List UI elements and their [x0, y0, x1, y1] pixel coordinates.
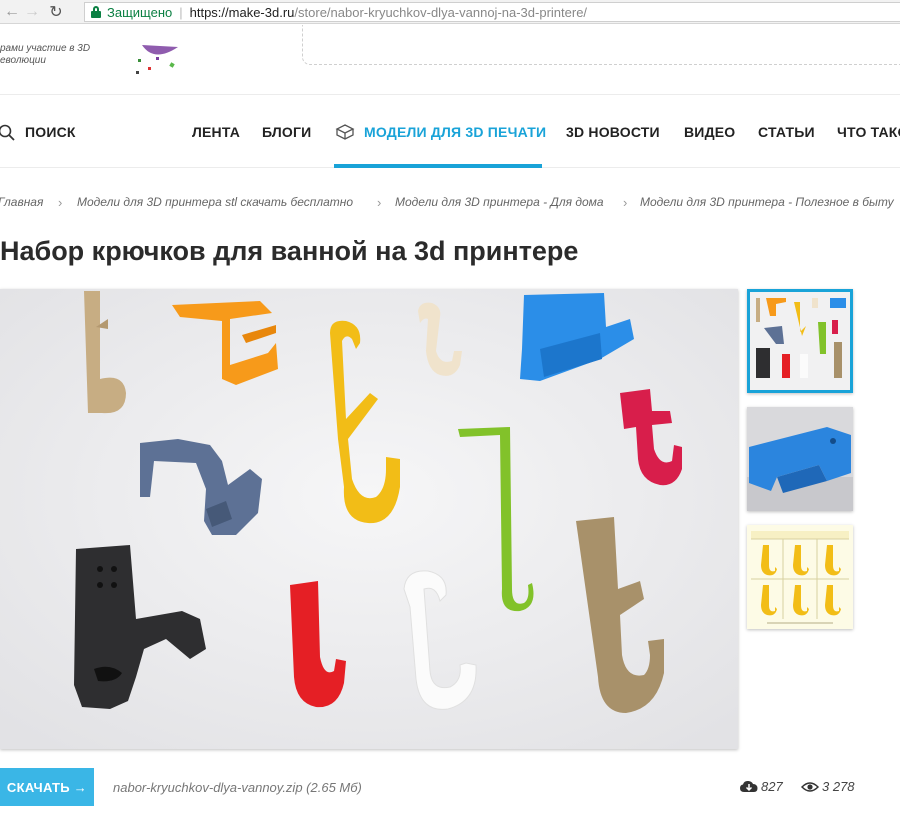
- download-button[interactable]: СКАЧАТЬ →: [0, 768, 94, 806]
- address-separator: |: [179, 4, 183, 20]
- browser-toolbar: ← → ↻ Защищено | https://make-3d.ru/stor…: [0, 0, 900, 24]
- thumbnail-2[interactable]: [747, 407, 853, 511]
- back-arrow-icon[interactable]: ←: [2, 2, 22, 22]
- downloads-count: 827: [740, 779, 783, 794]
- thumbnail-print-settings-image: [747, 525, 853, 629]
- page-title: Набор крючков для ванной на 3d принтере: [0, 236, 579, 266]
- breadcrumb-home-category[interactable]: Модели для 3D принтера - Для дома: [395, 195, 604, 209]
- thumbnail-blue-hook-image: [747, 407, 853, 511]
- file-name[interactable]: nabor-kryuchkov-dlya-vannoy.zip (2.65 Мб…: [113, 780, 362, 795]
- thumbnail-1[interactable]: [747, 289, 853, 393]
- cube-icon: [335, 124, 355, 140]
- address-bar[interactable]: Защищено | https://make-3d.ru/store/nabo…: [84, 2, 900, 22]
- breadcrumb-useful[interactable]: Модели для 3D принтера - Полезное в быту: [640, 195, 894, 209]
- url-host: https://make-3d.ru: [189, 4, 295, 20]
- nav-item-what-is[interactable]: ЧТО ТАКО: [837, 124, 900, 140]
- nav-item-blogs[interactable]: БЛОГИ: [262, 124, 311, 140]
- lock-icon: [91, 6, 101, 18]
- thumbnail-3[interactable]: [747, 525, 853, 629]
- url-path: /store/nabor-kryuchkov-dlya-vannoj-na-3d…: [294, 4, 588, 20]
- forward-arrow-icon[interactable]: →: [22, 2, 42, 22]
- nav-item-video[interactable]: ВИДЕО: [684, 124, 735, 140]
- cloud-download-icon: [740, 780, 758, 792]
- search-icon[interactable]: [0, 124, 16, 142]
- active-tab-indicator: [334, 164, 542, 168]
- breadcrumb-separator: ›: [377, 195, 382, 210]
- breadcrumb-home[interactable]: Главная: [0, 195, 43, 209]
- thumbnail-hooks-image: [750, 292, 850, 390]
- breadcrumb-separator: ›: [623, 195, 628, 210]
- nav-item-lenta[interactable]: ЛЕНТА: [192, 124, 240, 140]
- downloads-value: 827: [761, 779, 783, 794]
- views-count: 3 278: [801, 779, 855, 794]
- breadcrumb-models[interactable]: Модели для 3D принтера stl скачать беспл…: [77, 195, 353, 209]
- promo-line-1: рами участие в 3D: [0, 43, 91, 54]
- header-search-box[interactable]: [302, 25, 900, 65]
- nav-item-news[interactable]: 3D НОВОСТИ: [566, 124, 660, 140]
- breadcrumb-separator: ›: [58, 195, 63, 210]
- nav-search[interactable]: ПОИСК: [25, 124, 76, 140]
- reload-icon[interactable]: ↻: [46, 2, 66, 22]
- nav-item-articles[interactable]: СТАТЬИ: [758, 124, 815, 140]
- main-navigation: ПОИСК ЛЕНТА БЛОГИ МОДЕЛИ ДЛЯ 3D ПЕЧАТИ 3…: [0, 96, 900, 168]
- promo-graphic: [136, 45, 178, 74]
- promo-line-2: еволюции: [0, 55, 46, 66]
- promo-text[interactable]: рами участие в 3D еволюции: [0, 43, 90, 67]
- main-product-image[interactable]: [0, 289, 738, 749]
- nav-item-models[interactable]: МОДЕЛИ ДЛЯ 3D ПЕЧАТИ: [364, 124, 546, 140]
- views-value: 3 278: [822, 779, 855, 794]
- site-header-strip: рами участие в 3D еволюции: [0, 25, 900, 95]
- eye-icon: [801, 781, 819, 792]
- secure-label: Защищено: [107, 4, 173, 20]
- hooks-photo: [0, 289, 738, 749]
